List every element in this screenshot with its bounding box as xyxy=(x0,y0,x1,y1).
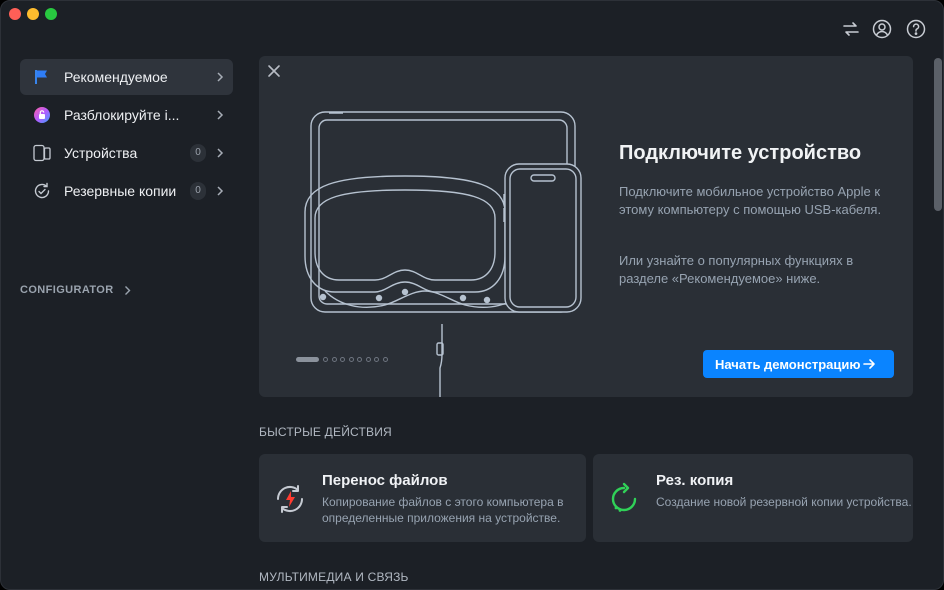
page-dot[interactable] xyxy=(331,357,337,362)
chevron-right-icon xyxy=(217,186,224,196)
sidebar-item-label: Устройства xyxy=(64,145,138,161)
count-badge: 0 xyxy=(190,144,206,162)
section-label: CONFIGURATOR xyxy=(20,284,114,296)
page-indicator[interactable] xyxy=(296,357,391,362)
vertical-scrollbar[interactable] xyxy=(934,58,942,211)
hero-description-secondary: Или узнайте о популярных функциях в разд… xyxy=(619,253,854,286)
chevron-right-icon xyxy=(217,148,224,158)
page-dot[interactable] xyxy=(382,357,388,362)
devices-illustration xyxy=(304,111,582,397)
page-dot[interactable] xyxy=(374,357,379,362)
backup-card[interactable]: Рез. копия Создание новой резервной копи… xyxy=(593,454,913,542)
connect-device-card: Подключите устройство Подключите мобильн… xyxy=(259,56,913,397)
chevron-right-icon xyxy=(217,110,224,120)
sidebar-item-label: Разблокируйте i... xyxy=(64,107,180,123)
sidebar-item-devices[interactable]: Устройства 0 xyxy=(20,135,233,171)
close-icon[interactable] xyxy=(267,64,281,78)
transfer-arrows-icon[interactable] xyxy=(841,19,861,39)
page-dot-active[interactable] xyxy=(296,357,319,362)
page-dot[interactable] xyxy=(348,357,354,362)
card-description: Создание новой резервной копии устройств… xyxy=(656,495,912,509)
sidebar-item-backups[interactable]: Резервные копии 0 xyxy=(20,173,233,209)
card-description: Копирование файлов с этого компьютера в … xyxy=(322,495,564,525)
hero-title: Подключите устройство xyxy=(619,142,862,164)
app-window: Рекомендуемое Разблокируйте i... Устройс… xyxy=(0,0,944,590)
sidebar-item-featured[interactable]: Рекомендуемое xyxy=(20,59,233,95)
minimize-window-button[interactable] xyxy=(27,8,39,20)
devices-icon xyxy=(32,143,52,163)
media-heading: МУЛЬТИМЕДИА И СВЯЗЬ xyxy=(259,570,409,584)
card-title: Перенос файлов xyxy=(322,472,448,489)
count-badge: 0 xyxy=(190,182,206,200)
start-demo-button[interactable]: Начать демонстрацию xyxy=(703,350,894,378)
backup-refresh-icon xyxy=(611,482,637,512)
hero-description: Подключите мобильное устройство Apple к … xyxy=(619,184,882,217)
page-dot[interactable] xyxy=(357,357,362,362)
sidebar-section-configurator[interactable]: CONFIGURATOR xyxy=(20,284,131,296)
card-title: Рез. копия xyxy=(656,472,734,489)
file-transfer-icon xyxy=(276,485,304,513)
sidebar-item-label: Резервные копии xyxy=(64,183,177,199)
unlock-icon xyxy=(32,105,52,125)
quick-actions-heading: БЫСТРЫЕ ДЕЙСТВИЯ xyxy=(259,425,392,439)
page-dot[interactable] xyxy=(323,357,328,362)
sidebar-item-unlock[interactable]: Разблокируйте i... xyxy=(20,97,233,133)
chevron-right-icon xyxy=(217,72,224,82)
help-icon[interactable] xyxy=(906,19,926,39)
page-dot[interactable] xyxy=(340,357,345,362)
zoom-window-button[interactable] xyxy=(45,8,57,20)
close-window-button[interactable] xyxy=(9,8,21,20)
button-label: Начать демонстрацию xyxy=(715,356,861,372)
account-icon[interactable] xyxy=(872,19,892,39)
backup-icon xyxy=(32,181,52,201)
flag-icon xyxy=(32,67,52,87)
file-transfer-card[interactable]: Перенос файлов Копирование файлов с этог… xyxy=(259,454,586,542)
chevron-right-icon xyxy=(124,285,131,295)
arrow-right-icon xyxy=(863,359,875,369)
sidebar-item-label: Рекомендуемое xyxy=(64,69,168,85)
page-dot[interactable] xyxy=(365,357,371,362)
